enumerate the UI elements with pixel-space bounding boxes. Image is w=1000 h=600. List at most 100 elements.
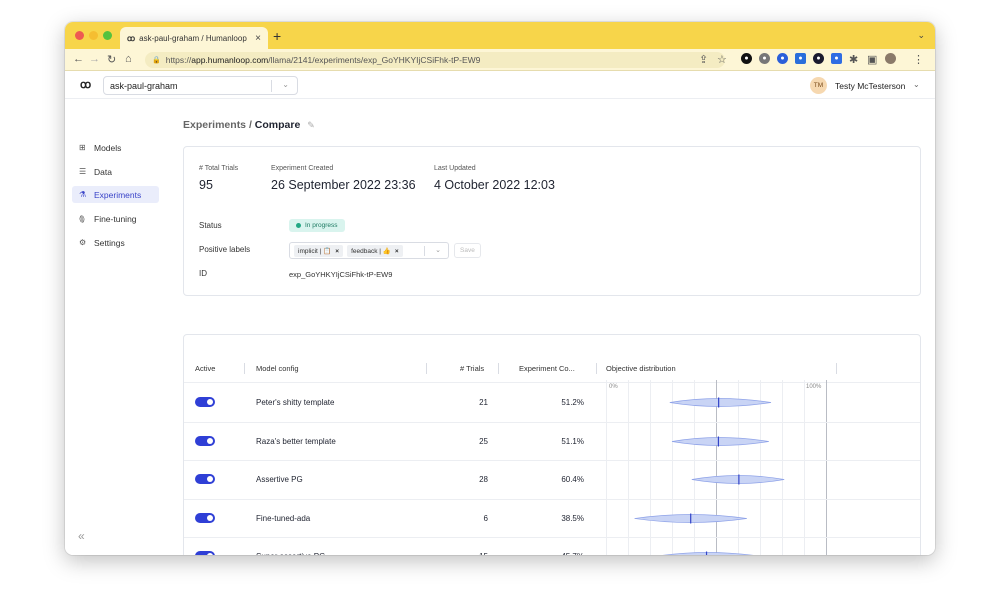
table-row[interactable]: Assertive PG 28 60.4% (184, 460, 920, 499)
browser-tab[interactable]: ꝏ ask-paul-graham / Humanloop × (120, 27, 268, 49)
chevron-down-icon[interactable]: ⌄ (435, 246, 441, 254)
table-row[interactable]: Raza's better template 25 51.1% (184, 422, 920, 461)
column-header-trials[interactable]: # Trials (460, 364, 484, 373)
violin-shape (691, 475, 785, 485)
user-name[interactable]: Testy McTesterson (835, 81, 905, 91)
status-label: Status (199, 221, 222, 230)
active-toggle[interactable] (195, 435, 215, 446)
kebab-menu-icon[interactable]: ⋮ (913, 53, 924, 66)
page-title: Compare (254, 119, 301, 131)
model-config-name[interactable]: Raza's better template (256, 437, 336, 446)
experiment-score: 51.2% (561, 398, 584, 407)
column-header-active: Active (195, 364, 216, 373)
sidebar-item-fine-tuning[interactable]: ⟬⟭ Fine-tuning (72, 210, 159, 227)
extension-icon[interactable]: ● (777, 53, 788, 64)
stat-value: 4 October 2022 12:03 (434, 178, 555, 192)
column-divider (836, 363, 837, 374)
url-field[interactable]: 🔒 https://app.humanloop.com/llama/2141/e… (145, 52, 725, 68)
sidebar-item-label: Fine-tuning (94, 213, 137, 224)
chip-text: feedback | 👍 (351, 247, 391, 255)
new-tab-icon[interactable]: + (273, 28, 281, 44)
close-window-button[interactable] (75, 31, 84, 40)
url-path: /llama/2141/experiments/exp_GoYHKYIjCSiF… (268, 55, 481, 65)
extension-icon[interactable]: ● (813, 53, 824, 64)
label-chip[interactable]: feedback | 👍 × (347, 244, 403, 257)
active-toggle[interactable] (195, 397, 215, 407)
puzzle-icon[interactable]: ✱ (849, 53, 858, 66)
table-row[interactable]: Peter's shitty template 21 51.2% (184, 383, 920, 422)
trials-count: 6 (483, 513, 488, 523)
forward-icon[interactable]: → (89, 53, 100, 65)
label-chip[interactable]: implicit | 📋 × (294, 244, 344, 257)
model-config-name[interactable]: Super assertive PG (256, 552, 325, 555)
maximize-window-button[interactable] (103, 31, 112, 40)
status-dot-icon (296, 223, 301, 228)
column-divider (426, 363, 427, 374)
lock-icon: 🔒 (152, 57, 161, 64)
main-content: Experiments / Compare ✎ # Total Trials 9… (173, 99, 935, 555)
sidebar-item-settings[interactable]: ⚙ Settings (72, 234, 159, 251)
sidebar: ⊞ Models ☰ Data ⚗ Experiments ⟬⟭ Fine-tu… (65, 99, 173, 555)
model-config-name[interactable]: Peter's shitty template (256, 398, 334, 407)
extension-icon[interactable]: ● (795, 53, 806, 64)
home-icon[interactable]: ⌂ (125, 53, 132, 65)
sidebar-item-data[interactable]: ☰ Data (72, 163, 159, 180)
profile-avatar-icon[interactable] (885, 53, 896, 64)
objective-distribution (665, 551, 751, 555)
sidebar-item-label: Data (94, 166, 112, 177)
project-selector[interactable]: ask-paul-graham ⌄ (103, 76, 298, 95)
database-icon: ☰ (79, 167, 87, 176)
avatar[interactable]: TM (810, 77, 827, 94)
minimize-window-button[interactable] (89, 31, 98, 40)
extension-icon[interactable]: ● (831, 53, 842, 64)
sidebar-item-models[interactable]: ⊞ Models (72, 139, 159, 156)
table-row[interactable]: Fine-tuned-ada 6 38.5% (184, 499, 920, 538)
extension-icon[interactable]: ● (759, 53, 770, 64)
humanloop-logo[interactable]: ꝏ (80, 78, 91, 91)
stat-label: Experiment Created (271, 165, 334, 172)
back-icon[interactable]: ← (73, 53, 84, 65)
table-row[interactable]: Super assertive PG 15 45.7% (184, 537, 920, 555)
toggle-knob (207, 553, 213, 555)
experiment-score: 51.1% (561, 436, 584, 446)
extension-icon[interactable]: ● (741, 53, 752, 64)
pencil-icon[interactable]: ✎ (307, 120, 315, 130)
save-button[interactable]: Save (454, 243, 481, 258)
chevron-down-icon[interactable]: ⌄ (913, 80, 920, 89)
sidebar-item-label: Experiments (94, 189, 142, 200)
experiment-score: 45.7% (524, 552, 584, 555)
active-toggle[interactable] (195, 512, 215, 523)
trials-count: 28 (479, 475, 488, 485)
positive-labels-label: Positive labels (199, 245, 251, 254)
finetune-icon: ⟬⟭ (79, 213, 85, 223)
sidebar-item-experiments[interactable]: ⚗ Experiments (72, 186, 159, 203)
id-label: ID (199, 269, 207, 278)
active-toggle[interactable] (195, 474, 215, 485)
experiment-summary-card: # Total Trials 95 Experiment Created 26 … (183, 146, 921, 296)
model-config-name[interactable]: Assertive PG (256, 475, 303, 484)
column-divider (498, 363, 499, 374)
toggle-knob (207, 437, 213, 444)
positive-labels-select[interactable]: implicit | 📋 × feedback | 👍 × ⌄ (289, 242, 449, 259)
experiment-id: exp_GoYHKYIjCSiFhk-tP-EW9 (289, 270, 393, 279)
bookmark-star-icon[interactable]: ☆ (717, 53, 727, 66)
chevron-down-icon[interactable]: ⌄ (917, 30, 925, 41)
column-divider (244, 363, 245, 374)
share-icon[interactable]: ⇪ (699, 53, 708, 66)
column-header-experiment[interactable]: Experiment Co... (519, 364, 575, 373)
reload-icon[interactable]: ↻ (107, 53, 116, 66)
favicon-icon: ꝏ (127, 33, 135, 43)
url-host: app.humanloop.com (191, 55, 269, 65)
status-text: In progress (305, 222, 338, 229)
model-config-name[interactable]: Fine-tuned-ada (256, 514, 310, 523)
remove-chip-icon[interactable]: × (335, 248, 339, 255)
close-tab-icon[interactable]: × (255, 33, 261, 44)
url-prefix: https:// (165, 55, 192, 65)
sidepanel-icon[interactable]: ▣ (867, 53, 877, 66)
active-toggle[interactable] (195, 551, 215, 555)
breadcrumb-experiments-link[interactable]: Experiments (183, 119, 246, 131)
stat-value: 26 September 2022 23:36 (271, 178, 416, 192)
collapse-sidebar-icon[interactable]: « (78, 529, 85, 543)
remove-chip-icon[interactable]: × (395, 248, 399, 255)
experiment-score: 60.4% (561, 475, 584, 485)
